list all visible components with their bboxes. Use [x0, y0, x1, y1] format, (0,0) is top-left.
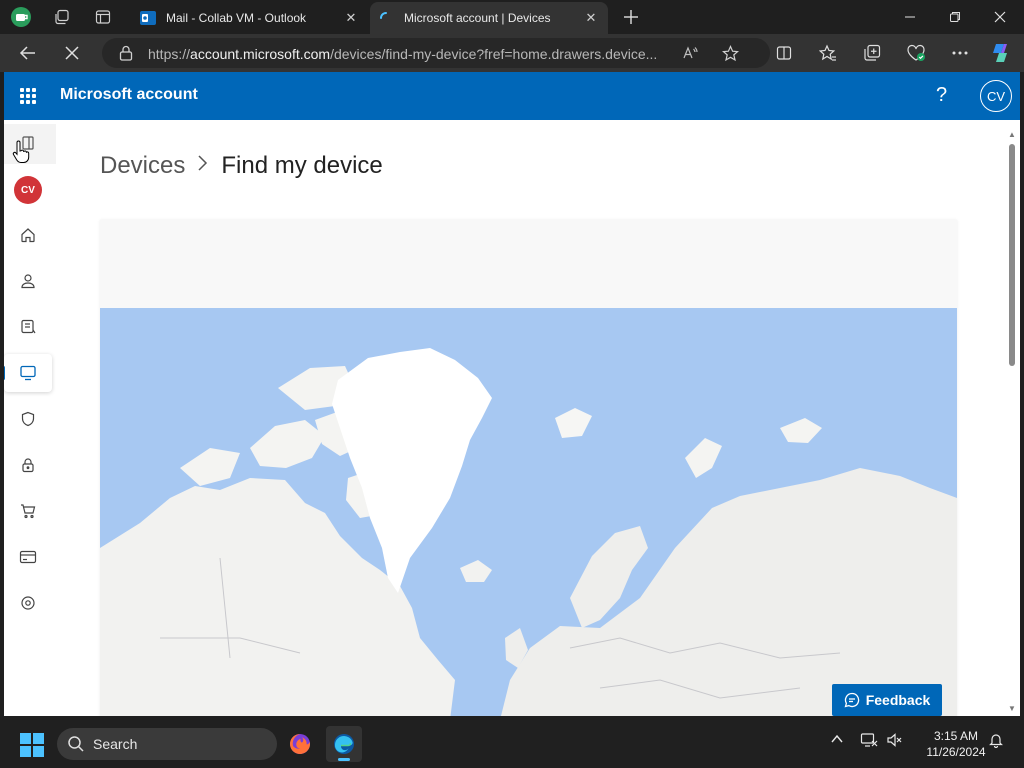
sidebar-item-your-info[interactable] [4, 262, 52, 300]
address-bar[interactable]: https://account.microsoft.com/devices/fi… [102, 38, 770, 68]
split-screen-icon[interactable] [770, 40, 798, 66]
url-text: https://account.microsoft.com/devices/fi… [148, 46, 658, 62]
sidebar-item-devices[interactable] [4, 354, 52, 392]
brand-title[interactable]: Microsoft account [60, 86, 198, 104]
help-icon[interactable]: ? [936, 84, 947, 107]
edge-icon [334, 734, 354, 754]
world-map-graphic [100, 348, 957, 716]
favorite-star-icon[interactable] [722, 45, 739, 62]
taskbar-edge[interactable] [326, 726, 362, 762]
tab-actions-icon[interactable] [91, 5, 115, 29]
taskbar-firefox[interactable] [282, 726, 318, 762]
firefox-icon [290, 734, 311, 754]
hand-pointer-cursor-icon [12, 140, 30, 163]
sidebar-item-privacy[interactable] [4, 446, 52, 484]
show-hidden-icons-button[interactable] [830, 732, 844, 749]
favorites-icon[interactable] [814, 40, 842, 66]
chevron-right-icon [197, 154, 209, 178]
settings-more-icon[interactable] [946, 40, 974, 66]
tab-outlook[interactable]: Mail - Collab VM - Outlook ✕ [132, 2, 368, 34]
new-tab-icon[interactable] [619, 5, 643, 29]
collections-icon[interactable] [858, 40, 886, 66]
sidebar-item-payment-options[interactable] [4, 538, 52, 576]
payment-card-icon [19, 550, 37, 564]
page-scrollbar[interactable]: ▲ ▼ [1006, 128, 1018, 716]
lock-icon [119, 45, 133, 61]
browser-essentials-icon[interactable] [902, 40, 930, 66]
shield-icon [21, 411, 35, 427]
browser-tab-bar: Mail - Collab VM - Outlook ✕ Microsoft a… [0, 0, 1024, 34]
tab-title: Microsoft account | Devices [404, 11, 551, 25]
volume-muted-icon[interactable] [886, 732, 902, 751]
navigation-bar: https://account.microsoft.com/devices/fi… [0, 34, 1024, 72]
sidebar-item-find-my-device[interactable] [4, 584, 52, 622]
close-window-button[interactable] [978, 4, 1022, 30]
feedback-button[interactable]: Feedback [832, 684, 942, 716]
scroll-down-arrow-icon[interactable]: ▼ [1008, 704, 1016, 713]
close-tab-icon[interactable]: ✕ [342, 10, 360, 26]
breadcrumb-devices-link[interactable]: Devices [100, 152, 185, 180]
cart-icon [21, 504, 36, 519]
clock-time: 3:15 AM [933, 729, 979, 743]
taskbar-search[interactable]: Search [57, 728, 277, 760]
notifications-bell-icon[interactable] [988, 732, 1004, 751]
tab-title: Mail - Collab VM - Outlook [166, 11, 307, 25]
read-aloud-icon[interactable] [682, 45, 698, 61]
info-card-icon [21, 319, 36, 334]
tab-microsoft-account[interactable]: Microsoft account | Devices ✕ [370, 2, 608, 34]
restore-button[interactable] [933, 4, 977, 30]
chevron-up-icon [831, 734, 843, 743]
person-icon [21, 274, 35, 289]
search-label: Search [93, 736, 138, 752]
outlook-icon [140, 11, 156, 25]
page-title: Find my device [221, 152, 383, 179]
sidebar-item-subscriptions[interactable] [4, 308, 52, 346]
device-location-map[interactable] [100, 308, 957, 716]
home-icon [21, 228, 35, 243]
scrollbar-thumb[interactable] [1009, 144, 1015, 366]
windows-taskbar: Search 3:15 AM 11/26/2024 [0, 720, 1024, 768]
device-info-panel [100, 220, 957, 308]
clock-date: 11/26/2024 [926, 745, 986, 759]
copilot-icon[interactable] [986, 40, 1014, 66]
ms-account-header: Microsoft account ? CV [4, 72, 1020, 120]
sidebar-item-order-history[interactable] [4, 492, 52, 530]
feedback-label: Feedback [865, 692, 931, 708]
search-icon [68, 736, 84, 752]
lock-icon [22, 458, 34, 473]
close-tab-icon[interactable]: ✕ [582, 10, 600, 26]
scroll-up-arrow-icon[interactable]: ▲ [1008, 130, 1016, 139]
stop-loading-button[interactable] [58, 40, 86, 66]
sidebar-item-home[interactable] [4, 216, 52, 254]
sidebar-nav: CV [4, 120, 60, 716]
location-icon [21, 596, 35, 610]
network-icon[interactable] [860, 732, 878, 751]
breadcrumb: Devices Find my device [100, 152, 383, 180]
app-launcher-icon[interactable] [20, 88, 36, 104]
back-button[interactable] [14, 40, 42, 66]
profile-icon[interactable] [9, 5, 33, 29]
loading-spinner-icon [380, 12, 387, 19]
devices-icon [20, 365, 36, 381]
system-clock[interactable]: 3:15 AM 11/26/2024 [918, 728, 994, 760]
sidebar-avatar[interactable]: CV [14, 176, 42, 204]
account-avatar[interactable]: CV [980, 80, 1012, 112]
start-button[interactable] [20, 733, 44, 757]
web-page: Microsoft account ? CV CV Devices Find m… [4, 72, 1020, 716]
find-my-device-card [100, 220, 957, 716]
minimize-button[interactable] [888, 4, 932, 30]
sidebar-item-security[interactable] [4, 400, 52, 438]
chat-bubble-icon [844, 692, 859, 708]
workspaces-icon[interactable] [50, 5, 74, 29]
